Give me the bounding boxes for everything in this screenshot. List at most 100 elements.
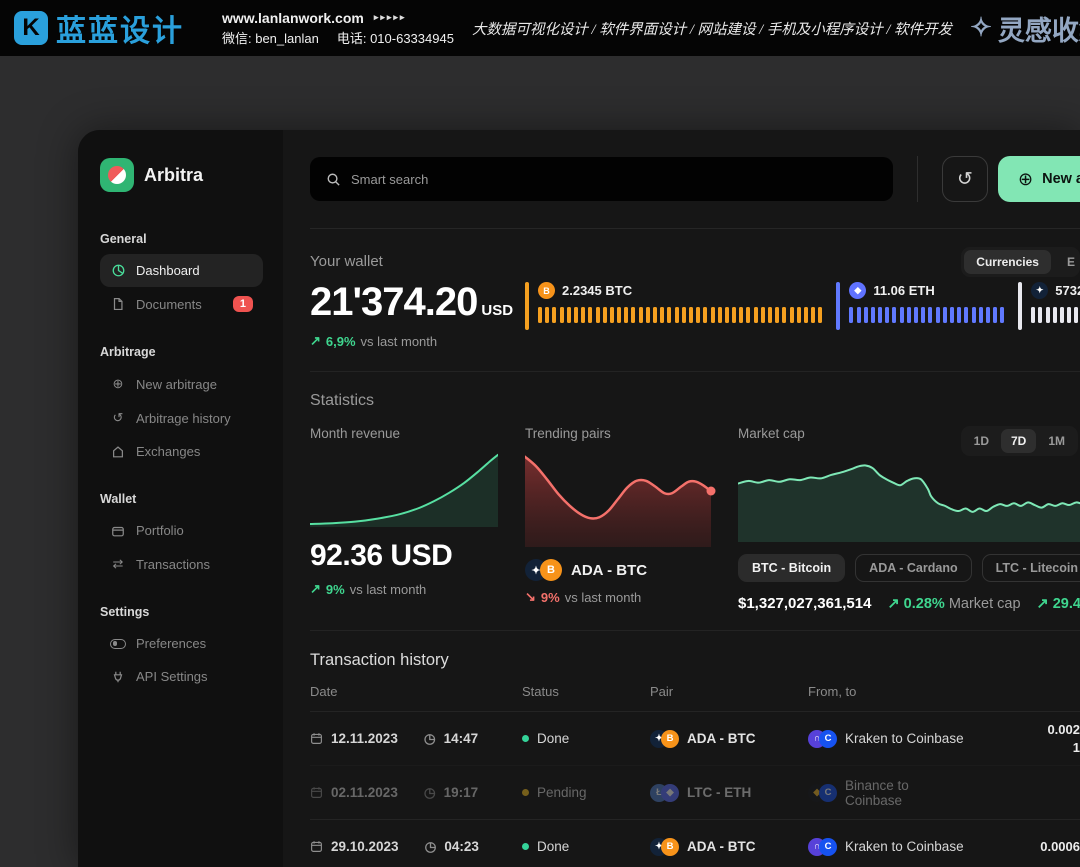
sidebar-item-exchanges[interactable]: Exchanges <box>100 435 263 468</box>
table-row[interactable]: 29.10.2023 ◷ 04:23 Done ✦BADA - BTC ∩CKr… <box>310 819 1080 867</box>
trending-pairs-delta: ↘ 9% vs last month <box>525 589 711 605</box>
up-arrow-icon: ↗ <box>1037 596 1049 612</box>
amount-cell: 0.0006 <box>968 838 1080 856</box>
transaction-history-section: Transaction history Date Status Pair Fro… <box>310 631 1080 867</box>
toggle-exchanges[interactable]: E <box>1055 250 1077 274</box>
main-content: Smart search ↺ ⊕ New a Your wallet Curre… <box>283 130 1080 867</box>
sidebar-item-dashboard[interactable]: Dashboard <box>100 254 263 287</box>
history-icon: ↺ <box>957 169 973 190</box>
btc-icon: B <box>661 838 679 856</box>
sidebar-item-preferences[interactable]: Preferences <box>100 627 263 660</box>
exchange-icons: ∩C <box>808 838 837 856</box>
ada-sparkline <box>1031 307 1080 323</box>
search-input[interactable]: Smart search <box>310 157 893 201</box>
pair-coin-icons: ✦B <box>650 838 679 856</box>
up-arrow-icon: ↗ <box>310 581 321 597</box>
table-row[interactable]: 02.11.2023 ◷ 19:17 Pending Ł◆LTC - ETH ◆… <box>310 765 1080 819</box>
eth-icon: ◆ <box>661 784 679 802</box>
coinbase-icon: C <box>819 838 837 856</box>
topbar: Smart search ↺ ⊕ New a <box>310 156 1080 229</box>
transfer-arrows-icon: ⇄ <box>110 556 126 572</box>
sidebar-item-new-arbitrage[interactable]: ⊕ New arbitrage <box>100 367 263 401</box>
btc-icon: B <box>540 559 562 581</box>
app-title: Arbitra <box>144 165 203 186</box>
coinbase-icon: C <box>819 784 837 802</box>
market-cap-chart <box>738 456 1080 542</box>
promo-banner: K 蓝蓝设计 www.lanlanwork.com ▸▸▸▸▸ 微信: ben_… <box>0 0 1080 56</box>
holding-amount: 11.06 ETH <box>873 283 934 298</box>
tab-btc-bitcoin[interactable]: BTC - Bitcoin <box>738 554 845 582</box>
tab-ada-cardano[interactable]: ADA - Cardano <box>855 554 971 582</box>
pair-coin-icons: ✦B <box>525 559 562 581</box>
status-badge: Pending <box>537 785 587 800</box>
sidebar-item-label: Arbitrage history <box>136 411 231 426</box>
arbitra-logo-icon <box>100 158 134 192</box>
sidebar-item-transactions[interactable]: ⇄ Transactions <box>100 547 263 581</box>
sidebar-item-arbitrage-history[interactable]: ↺ Arbitrage history <box>100 401 263 435</box>
market-cap-value: $1,327,027,361,514 <box>738 595 871 612</box>
lanlan-brand-text: 蓝蓝设计 <box>56 6 184 50</box>
range-7d[interactable]: 7D <box>1001 429 1036 453</box>
lanlan-brand: K 蓝蓝设计 <box>14 6 204 50</box>
sidebar-item-documents[interactable]: Documents 1 <box>100 287 263 321</box>
month-revenue-card: Month revenue 92.36 USD ↗ 9% vs last mon… <box>310 426 498 612</box>
market-cap-label: Market cap <box>738 426 805 441</box>
table-row[interactable]: 12.11.2023 ◷ 14:47 Done ✦BADA - BTC ∩CKr… <box>310 711 1080 765</box>
sidebar-item-label: Portfolio <box>136 523 184 538</box>
range-1m[interactable]: 1M <box>1038 429 1075 453</box>
chart-end-dot <box>707 487 716 496</box>
up-arrow-icon: ↗ <box>887 596 899 612</box>
sidebar-item-label: Preferences <box>136 636 206 651</box>
wallet-balance-currency: USD <box>481 302 513 319</box>
toggle-currencies[interactable]: Currencies <box>964 250 1051 274</box>
new-arbitrage-button-label: New a <box>1042 171 1080 187</box>
sidebar-item-label: Exchanges <box>136 444 200 459</box>
nav-section-general: General <box>100 232 263 246</box>
month-revenue-label: Month revenue <box>310 426 498 441</box>
trending-pair-label: ADA - BTC <box>571 562 647 579</box>
status-badge: Done <box>537 731 569 746</box>
pie-chart-icon <box>110 263 126 278</box>
banner-contact: www.lanlanwork.com ▸▸▸▸▸ 微信: ben_lanlan … <box>222 10 454 47</box>
wallet-balance-value: 21'374.20USD <box>310 280 525 325</box>
btc-icon: B <box>538 282 555 299</box>
search-icon <box>326 172 341 187</box>
calendar-icon <box>310 786 323 799</box>
sidebar-item-label: API Settings <box>136 669 208 684</box>
search-placeholder: Smart search <box>351 172 428 187</box>
holding-amount: 2.2345 BTC <box>562 283 632 298</box>
up-arrow-icon: ↗ <box>310 333 321 349</box>
topbar-divider <box>917 156 918 202</box>
pair-coin-icons: ✦B <box>650 730 679 748</box>
transaction-history-title: Transaction history <box>310 651 1080 670</box>
plug-icon <box>110 670 126 684</box>
sidebar-item-portfolio[interactable]: Portfolio <box>100 514 263 547</box>
sidebar-item-label: Dashboard <box>136 263 200 278</box>
clock-icon: ◷ <box>424 785 436 801</box>
wallet-holdings: B 2.2345 BTC ◆ 11.06 ETH <box>525 282 1080 349</box>
nav-section-settings: Settings <box>100 605 263 619</box>
toggle-icon <box>110 639 126 649</box>
sidebar-item-label: Transactions <box>136 557 210 572</box>
range-1d[interactable]: 1D <box>964 429 999 453</box>
sidebar-item-api-settings[interactable]: API Settings <box>100 660 263 693</box>
statistics-title: Statistics <box>310 392 1080 410</box>
status-dot <box>522 843 529 850</box>
trending-pair: ✦B ADA - BTC <box>525 559 711 581</box>
tab-ltc-litecoin[interactable]: LTC - Litecoin <box>982 554 1080 582</box>
inspiration-brand: ✧ 灵感收集 <box>970 9 1080 48</box>
status-badge: Done <box>537 839 569 854</box>
wallet-view-toggle: Currencies E <box>961 247 1080 277</box>
history-button[interactable]: ↺ <box>942 156 988 202</box>
ada-icon: ✦ <box>1031 282 1048 299</box>
down-arrow-icon: ↘ <box>525 589 536 605</box>
market-cap-stats: $1,327,027,361,514 ↗ 0.28% Market cap ↗ … <box>738 595 1080 612</box>
statistics-section: Statistics Month revenue 92.36 USD ↗ 9% <box>310 372 1080 631</box>
btc-sparkline <box>538 307 822 323</box>
holding-btc: B 2.2345 BTC <box>525 282 822 349</box>
nav-section-arbitrage: Arbitrage <box>100 345 263 359</box>
new-arbitrage-button[interactable]: ⊕ New a <box>998 156 1080 202</box>
col-status: Status <box>522 684 650 711</box>
lanlan-logo-icon: K <box>14 11 48 45</box>
amount-cell: 0.0021 <box>968 721 1080 756</box>
